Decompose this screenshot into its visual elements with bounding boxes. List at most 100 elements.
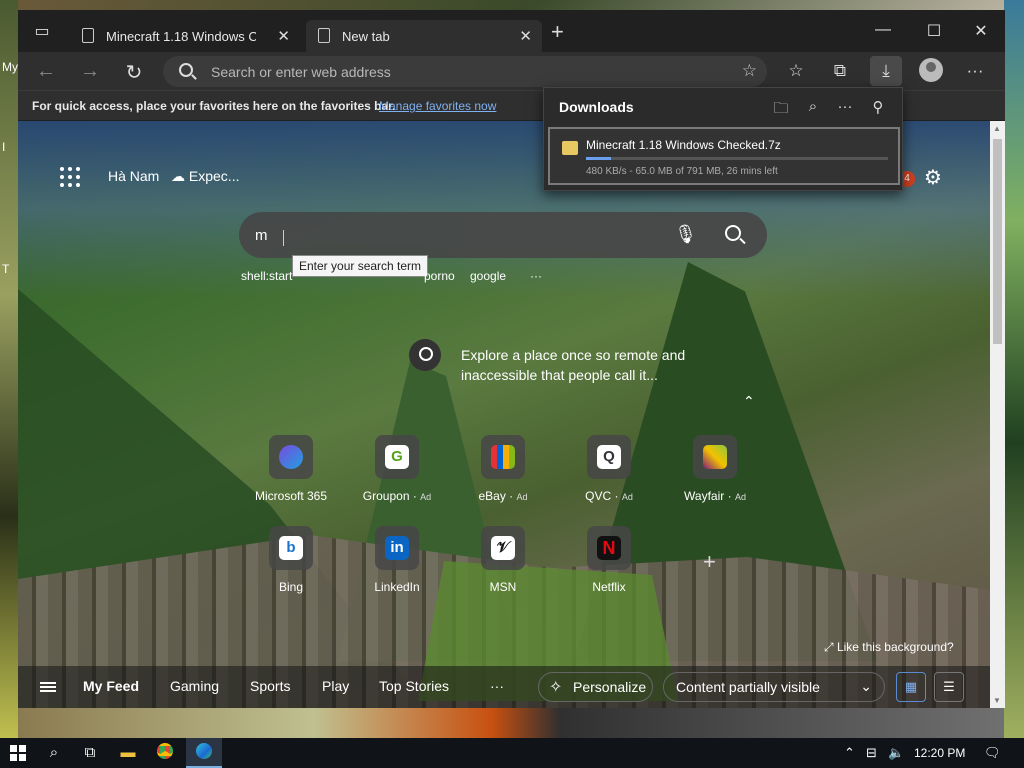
scroll-down-arrow[interactable]: ▼ [993, 696, 1001, 705]
ebay-icon [491, 445, 515, 469]
desktop-bottom-edge [18, 708, 1004, 738]
scrollbar[interactable]: ▲ ▼ [990, 121, 1005, 708]
text-cursor [283, 230, 284, 246]
windows-start-icon[interactable] [10, 745, 26, 761]
scrollbar-thumb[interactable] [993, 139, 1002, 344]
quicklink-label: LinkedIn [374, 580, 420, 594]
profile-avatar[interactable] [919, 58, 943, 82]
search-input[interactable]: m 🎙 [239, 212, 767, 258]
tab-play[interactable]: Play [322, 678, 349, 694]
more-options-icon[interactable]: ··· [835, 98, 855, 115]
search-tooltip: Enter your search term [292, 255, 429, 277]
ad-badge: Ad [621, 492, 633, 502]
pin-icon[interactable]: ⚲ [868, 98, 888, 116]
toolbar: ← → ↻ Search or enter web address ☆ ☆ ⧉ … [18, 52, 1005, 90]
download-icon[interactable]: ⤓ [873, 61, 899, 81]
desktop-left-edge: My I T [0, 0, 18, 738]
gear-icon[interactable]: ⚙ [924, 165, 942, 190]
microphone-icon[interactable]: 🎙 [674, 224, 697, 245]
minimize-button[interactable]: — [871, 21, 895, 39]
add-site-button[interactable]: + [703, 549, 716, 575]
close-icon[interactable]: ✕ [519, 27, 532, 45]
chevron-up-icon[interactable]: ⌃ [844, 745, 855, 761]
quicklink-label: Groupon [362, 489, 410, 503]
background-caption[interactable]: Explore a place once so remote and inacc… [461, 345, 701, 385]
suggestion-item[interactable]: porno [424, 269, 455, 283]
file-explorer-icon[interactable]: ▬ [118, 743, 138, 763]
personalize-label: Personalize [573, 679, 647, 695]
more-suggestions-icon[interactable]: ··· [530, 269, 542, 283]
search-icon[interactable]: ⌕ [44, 743, 64, 763]
new-tab-button[interactable]: + [551, 21, 564, 43]
tab-actions-icon[interactable]: ▭ [32, 22, 52, 42]
close-icon[interactable]: ✕ [277, 27, 290, 45]
tab-minecraft[interactable]: Minecraft 1.18 Windows Checked ✕ [70, 20, 300, 52]
tab-my-feed[interactable]: My Feed [83, 678, 139, 694]
suggestion-item[interactable]: shell:start [241, 269, 292, 283]
more-tabs-icon[interactable]: ··· [490, 678, 504, 694]
forward-button[interactable]: → [78, 60, 102, 83]
volume-icon[interactable]: 🔈 [888, 745, 904, 761]
quicklink-linkedin[interactable]: in LinkedIn [352, 526, 442, 594]
clock[interactable]: 12:20 PM [914, 746, 965, 760]
desktop-label: My [2, 60, 18, 74]
search-icon[interactable]: ⌕ [803, 98, 823, 115]
page-icon [318, 28, 330, 43]
grid-layout-button[interactable]: ▦ [896, 672, 926, 702]
scroll-up-arrow[interactable]: ▲ [993, 124, 1001, 133]
quicklink-qvc[interactable]: Q QVC · Ad [564, 435, 654, 503]
quicklink-bing[interactable]: b Bing [246, 526, 336, 594]
quicklink-label: Netflix [592, 580, 626, 594]
explore-search-icon[interactable] [409, 339, 441, 371]
maximize-button[interactable]: ☐ [922, 21, 946, 41]
new-tab-page: Hà Nam ☁ Expec... 4 ⚙ m 🎙 Enter your sea… [18, 121, 990, 708]
back-button[interactable]: ← [34, 60, 58, 83]
quicklink-ebay[interactable]: eBay · Ad [458, 435, 548, 503]
window-close-button[interactable]: ✕ [969, 21, 993, 41]
tab-top-stories[interactable]: Top Stories [379, 678, 449, 694]
content-visibility-dropdown[interactable]: Content partially visible ⌄ [663, 672, 885, 702]
like-background-link[interactable]: ⤢ Like this background? [824, 640, 954, 655]
tab-label: Minecraft 1.18 Windows Checked [106, 29, 256, 44]
edge-icon[interactable] [194, 743, 214, 763]
groupon-icon: G [385, 445, 409, 469]
weather-widget[interactable]: ☁ Expec... [171, 168, 239, 185]
address-bar[interactable]: Search or enter web address ☆ [163, 56, 767, 87]
folder-icon[interactable]: 🗀 [771, 98, 791, 123]
collections-icon[interactable]: ⧉ [827, 61, 853, 81]
chrome-icon[interactable] [155, 743, 175, 763]
chevron-up-icon[interactable]: ⌃ [743, 393, 755, 410]
task-view-icon[interactable]: ⧉ [80, 743, 100, 763]
manage-favorites-link[interactable]: Manage favorites now [379, 99, 496, 113]
download-item[interactable]: Minecraft 1.18 Windows Checked.7z 480 KB… [548, 127, 900, 185]
desktop-right-edge [1004, 0, 1024, 738]
quicklink-microsoft-365[interactable]: Microsoft 365 [246, 435, 336, 503]
suggestion-item[interactable]: google [470, 269, 506, 283]
menu-icon[interactable] [40, 682, 56, 692]
downloads-panel: Downloads 🗀 ⌕ ··· ⚲ Minecraft 1.18 Windo… [543, 87, 903, 191]
download-filename: Minecraft 1.18 Windows Checked.7z [586, 138, 781, 152]
more-menu-icon[interactable]: ··· [962, 61, 988, 81]
add-favorite-icon[interactable]: ☆ [742, 61, 757, 81]
quicklink-netflix[interactable]: N Netflix [564, 526, 654, 594]
quicklink-msn[interactable]: 𝒱 MSN [458, 526, 548, 594]
search-icon [179, 63, 193, 77]
tab-label: New tab [342, 29, 390, 44]
quicklink-groupon[interactable]: G Groupon · Ad [352, 435, 442, 503]
notifications-icon[interactable]: 🗨 [984, 745, 1001, 761]
list-layout-button[interactable]: ☰ [934, 672, 964, 702]
downloads-title: Downloads [559, 99, 634, 115]
quicklink-wayfair[interactable]: Wayfair · Ad [670, 435, 760, 503]
tab-new-tab[interactable]: New tab ✕ [306, 20, 542, 52]
like-background-text: Like this background? [836, 640, 954, 654]
personalize-button[interactable]: ✧ Personalize [538, 672, 653, 702]
ad-badge: Ad [420, 492, 432, 502]
search-icon[interactable] [725, 225, 741, 241]
tab-gaming[interactable]: Gaming [170, 678, 219, 694]
network-icon[interactable]: ⊟ [866, 745, 877, 761]
tab-sports[interactable]: Sports [250, 678, 290, 694]
refresh-button[interactable]: ↻ [122, 60, 146, 85]
favorites-icon[interactable]: ☆ [783, 61, 809, 81]
app-launcher-icon[interactable] [60, 167, 80, 187]
location-text[interactable]: Hà Nam [108, 168, 159, 184]
